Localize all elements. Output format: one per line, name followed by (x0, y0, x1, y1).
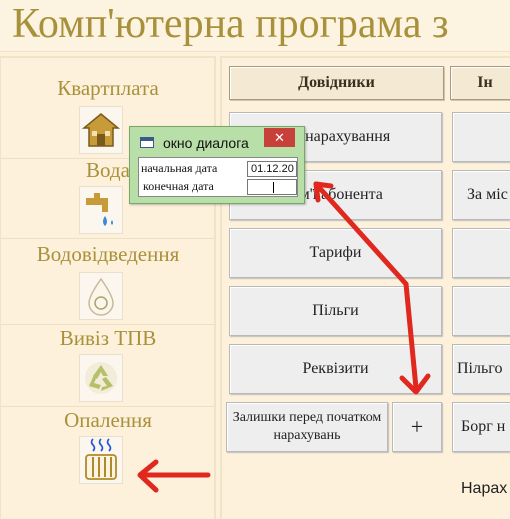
requisites-button[interactable]: Реквізити (229, 344, 442, 394)
radiator-icon[interactable] (79, 436, 123, 484)
end-date-field[interactable] (247, 179, 297, 195)
tariffs-button[interactable]: Тарифи (229, 228, 442, 278)
start-date-label: начальная дата (141, 161, 218, 175)
dialog-form: начальная дата 01.12.20 конечная дата (138, 157, 298, 197)
tab-second[interactable]: Ін (450, 66, 510, 100)
app-title: Комп'ютерна програма з (0, 0, 510, 52)
window-icon (140, 137, 154, 148)
service-label-vodovidvedennia[interactable]: Водовідведення (1, 242, 215, 267)
by-place-button[interactable]: За міс (452, 170, 510, 220)
footer-text: Нарах (461, 480, 508, 497)
recycle-icon[interactable] (79, 354, 123, 402)
service-label-vyviz-tpv[interactable]: Вивіз ТПВ (1, 326, 215, 351)
end-date-label: конечная дата (143, 179, 214, 193)
plus-button[interactable]: + (392, 402, 442, 452)
service-label-kvartplata[interactable]: Квартплата (1, 76, 215, 101)
benefit-right-button[interactable]: Пільго (452, 344, 510, 394)
balances-button[interactable]: Залишки перед початком нарахувань (226, 402, 388, 452)
tab-dovidnyky[interactable]: Довідники (229, 66, 444, 100)
drop-icon[interactable] (79, 272, 123, 320)
dialog-title: окно диалога (163, 135, 249, 151)
service-label-opalennia[interactable]: Опалення (1, 408, 215, 433)
start-date-field[interactable]: 01.12.20 (247, 161, 297, 177)
right-button-4[interactable] (452, 286, 510, 336)
house-icon[interactable] (79, 106, 123, 154)
benefits-button[interactable]: Пільги (229, 286, 442, 336)
water-tap-icon[interactable] (79, 186, 123, 234)
dialog-titlebar[interactable]: окно диалога ✕ (130, 127, 304, 157)
date-dialog: окно диалога ✕ начальная дата 01.12.20 к… (129, 126, 305, 204)
right-button-1[interactable] (452, 112, 510, 162)
right-button-3[interactable] (452, 228, 510, 278)
debt-button[interactable]: Борг н (452, 402, 510, 452)
close-icon[interactable]: ✕ (264, 128, 295, 147)
